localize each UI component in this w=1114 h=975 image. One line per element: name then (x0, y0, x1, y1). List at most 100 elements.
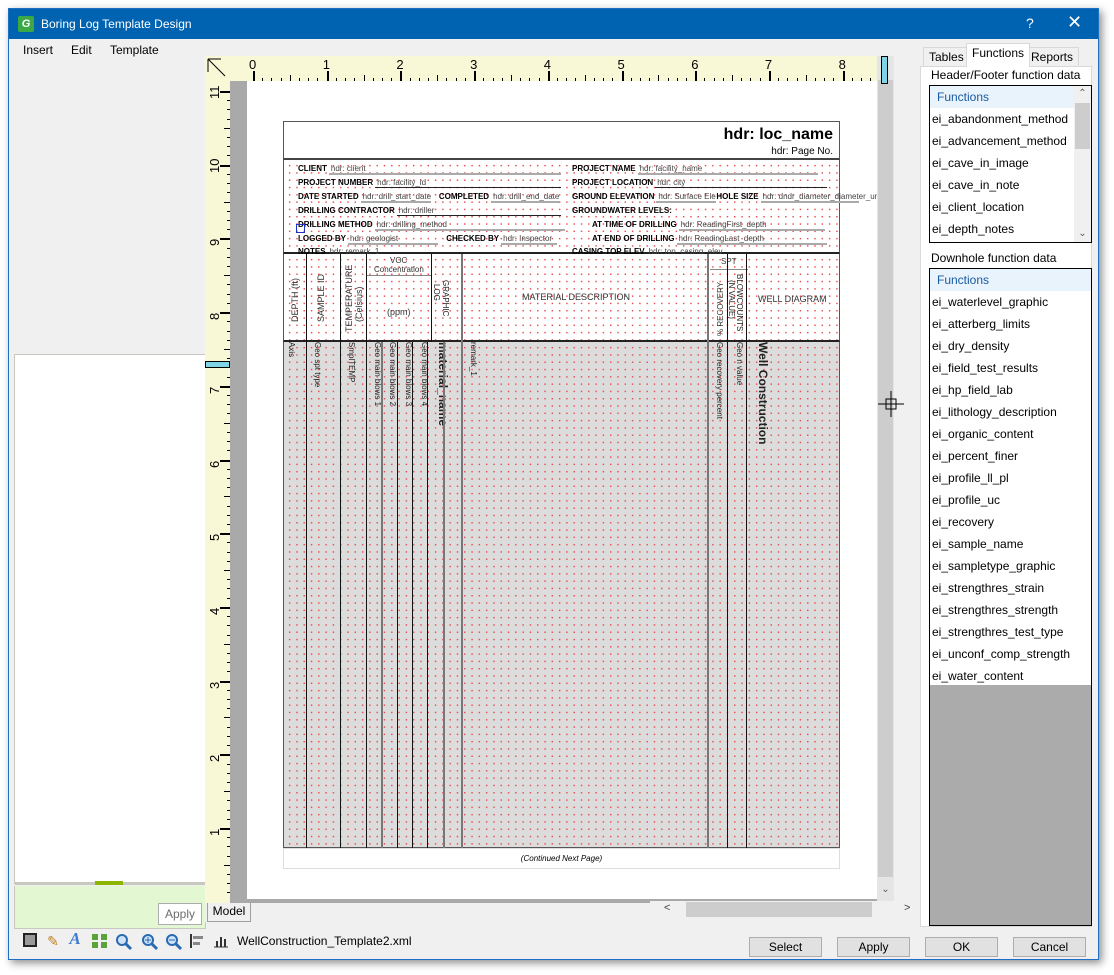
list-item[interactable]: ei_abandonment_method (930, 108, 1074, 130)
scroll-right-icon[interactable]: > (904, 902, 910, 914)
scroll-down-icon[interactable]: ⌄ (1074, 228, 1091, 239)
project-info-block[interactable]: CLIENT hdr: client PROJECT NUMBER hdr: fac… (283, 160, 883, 257)
menu-template[interactable]: Template (110, 43, 159, 57)
recovery-header[interactable]: % RECOVERY (716, 282, 725, 336)
list-item[interactable]: ei_organic_content (930, 423, 1091, 445)
temperature-unit-header[interactable]: (Celsius) (354, 286, 364, 322)
list-item[interactable]: ei_strengthres_strain (930, 577, 1091, 599)
list-item[interactable]: ei_unconf_comp_strength (930, 643, 1091, 665)
column-headers[interactable]: DEPTH (ft) SAMPLE ID TEMPERATURE (Celsiu… (283, 254, 840, 342)
recovery-field[interactable]: Geo recovery percent (715, 342, 724, 419)
column-divider[interactable] (746, 342, 747, 848)
report-header[interactable]: hdr: loc_name hdr: Page No. (283, 121, 840, 160)
list-item[interactable]: ei_profile_uc (930, 489, 1091, 511)
well-construction-field[interactable]: Well Construction (756, 342, 770, 444)
column-divider[interactable] (727, 254, 728, 342)
location-name-field[interactable]: hdr: loc_name (724, 126, 833, 144)
close-button[interactable]: ✕ (1067, 12, 1082, 33)
list-scrollbar[interactable]: ⌃ ⌄ (1074, 86, 1091, 242)
tab-model[interactable]: Model (207, 903, 251, 922)
list-item[interactable]: ei_strengthres_strength (930, 599, 1091, 621)
list-item[interactable]: ei_dry_density (930, 335, 1091, 357)
temperature-field[interactable]: SmplTEMP (347, 342, 356, 382)
scroll-thumb[interactable] (1075, 103, 1090, 149)
list-item[interactable]: ei_sampletype_graphic (930, 555, 1091, 577)
n-value-header[interactable]: (N VALUE) (727, 280, 736, 319)
at-end-of-drilling-field[interactable]: AT END OF DRILLING hdr: ReadingLast_depth (592, 234, 827, 245)
sample-id-header[interactable]: SAMPLE ID (316, 274, 326, 322)
ppm-header[interactable]: (ppm) (387, 307, 411, 317)
depth-header[interactable]: DEPTH (ft) (290, 278, 300, 322)
list-item[interactable]: ei_cave_in_note (930, 174, 1074, 196)
list-item[interactable]: ei_waterlevel_graphic (930, 291, 1091, 313)
column-divider[interactable] (340, 254, 341, 342)
column-divider[interactable] (443, 342, 445, 848)
column-divider[interactable] (727, 342, 728, 848)
zoom-out-icon[interactable] (165, 933, 183, 951)
ruler-origin-corner[interactable] (205, 56, 230, 81)
properties-apply-button[interactable]: Apply (158, 903, 202, 925)
list-item[interactable]: ei_strengthres_test_type (930, 621, 1091, 643)
column-divider[interactable] (461, 342, 463, 848)
ground-elevation-field[interactable]: GROUND ELEVATIONhdr: Surface ElevationHO… (572, 192, 883, 203)
remark-field[interactable]: remark_1 (469, 342, 478, 376)
horizontal-ruler-marker[interactable] (881, 56, 888, 84)
scroll-thumb[interactable] (878, 80, 893, 877)
list-item[interactable]: ei_percent_finer (930, 445, 1091, 467)
scroll-up-icon[interactable]: ⌃ (1074, 88, 1091, 99)
pencil-icon[interactable]: ✎ (45, 933, 61, 949)
material-description-header[interactable]: MATERIAL DESCRIPTION (522, 292, 630, 302)
voc-header[interactable]: VOC (390, 256, 407, 265)
select-button[interactable]: Select (749, 937, 822, 957)
sample-type-field[interactable]: Geo spt type (313, 342, 322, 387)
list-item[interactable]: ei_hp_field_lab (930, 379, 1091, 401)
list-item[interactable]: ei_cave_in_image (930, 152, 1074, 174)
column-divider[interactable] (366, 342, 367, 848)
blows-2-field[interactable]: Geo main blows 2 (388, 342, 397, 406)
project-number-field[interactable]: PROJECT NUMBER hdr: facility_id (298, 178, 562, 188)
scroll-down-icon[interactable]: ⌄ (877, 884, 894, 895)
list-item[interactable]: ei_water_content (930, 665, 1091, 687)
tab-tables[interactable]: Tables (923, 47, 970, 67)
client-field[interactable]: CLIENT hdr: client (298, 164, 561, 175)
fit-page-icon[interactable] (91, 933, 107, 949)
column-divider[interactable] (707, 342, 709, 848)
ok-button[interactable]: OK (925, 937, 998, 957)
scroll-thumb[interactable] (686, 902, 872, 917)
column-divider[interactable] (746, 254, 747, 342)
vertical-ruler-marker[interactable] (205, 361, 230, 368)
column-divider[interactable] (340, 342, 341, 848)
rectangle-icon[interactable] (23, 933, 37, 947)
logged-by-field[interactable]: LOGGED BY hdr: geologist CHECKED BY hdr: I… (298, 234, 558, 245)
list-item[interactable]: ei_recovery (930, 511, 1091, 533)
column-divider[interactable] (397, 342, 398, 848)
tab-reports[interactable]: Reports (1025, 47, 1080, 67)
list-item[interactable]: ei_client_location (930, 196, 1074, 218)
tab-functions[interactable]: Functions (966, 43, 1031, 67)
drilling-method-field[interactable]: DRILLING METHOD hdr: drilling_method (298, 220, 565, 231)
n-value-field[interactable]: Geo n value (735, 342, 744, 385)
zoom-in-icon[interactable] (141, 933, 159, 951)
align-icon[interactable] (189, 933, 205, 949)
cancel-button[interactable]: Cancel (1013, 937, 1086, 957)
properties-pane[interactable] (14, 354, 206, 885)
report-footer[interactable]: (Continued Next Page) (283, 848, 840, 869)
temperature-header[interactable]: TEMPERATURE (344, 265, 354, 332)
menu-insert[interactable]: Insert (23, 43, 53, 57)
help-button[interactable]: ? (1026, 15, 1034, 31)
list-item[interactable]: ei_advancement_method (930, 130, 1074, 152)
voc-concentration-header[interactable]: Concentration (374, 265, 424, 274)
canvas-horizontal-scrollbar[interactable]: < > (650, 901, 910, 918)
project-location-field[interactable]: PROJECT LOCATION hdr: city (572, 178, 828, 188)
column-divider[interactable] (431, 254, 432, 342)
list-item[interactable]: ei_lithology_description (930, 401, 1091, 423)
header-footer-function-list[interactable]: Functions ei_abandonment_method ei_advanc… (929, 85, 1092, 243)
at-time-of-drilling-field[interactable]: AT TIME OF DRILLING hdr: ReadingFirst_dep… (592, 220, 825, 231)
spt-header[interactable]: SPT (721, 257, 737, 266)
column-divider[interactable] (306, 342, 307, 848)
project-name-field[interactable]: PROJECT NAME hdr: facility_name (572, 164, 818, 175)
graphic-header[interactable]: GRAPHIC (441, 280, 450, 316)
list-item[interactable]: ei_depth_notes (930, 218, 1074, 240)
column-divider[interactable] (427, 342, 428, 848)
date-started-field[interactable]: DATE STARTED hdr: drill_start_date COMPLE… (298, 192, 559, 203)
